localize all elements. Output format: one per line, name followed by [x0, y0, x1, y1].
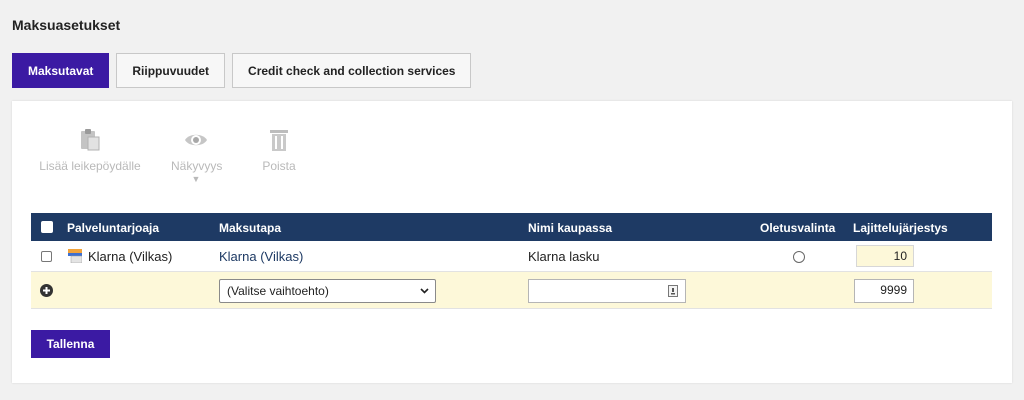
column-header-sort-order[interactable]: Lajittelujärjestys — [853, 221, 948, 235]
copy-to-clipboard-label: Lisää leikepöydälle — [39, 159, 141, 173]
chevron-down-icon: ▼ — [191, 174, 201, 184]
default-radio[interactable] — [793, 251, 805, 263]
store-name: Klarna lasku — [528, 249, 600, 264]
provider-icon — [68, 249, 82, 263]
clipboard-icon — [81, 129, 100, 151]
visibility-button[interactable]: Näkyvyys ▼ — [171, 127, 223, 184]
tab-bar: Maksutavat Riippuvuudet Credit check and… — [12, 53, 472, 88]
payment-methods-table: Palveluntarjoaja Maksutapa Nimi kaupassa… — [31, 213, 992, 309]
row-checkbox[interactable] — [41, 251, 52, 262]
column-header-method[interactable]: Maksutapa — [219, 221, 281, 235]
page-title: Maksuasetukset — [12, 17, 121, 33]
payment-method-link[interactable]: Klarna (Vilkas) — [219, 249, 303, 264]
translate-field-icon[interactable] — [668, 285, 678, 297]
tab-maksutavat[interactable]: Maksutavat — [12, 53, 110, 88]
column-header-provider[interactable]: Palveluntarjoaja — [67, 221, 159, 235]
new-row: (Valitse vaihtoehto) 9999 — [31, 272, 992, 309]
tab-credit-check[interactable]: Credit check and collection services — [232, 53, 472, 88]
store-name-input[interactable] — [528, 279, 686, 303]
payment-method-select-value: (Valitse vaihtoehto) — [227, 284, 329, 298]
table-header: Palveluntarjoaja Maksutapa Nimi kaupassa… — [31, 213, 992, 241]
new-sort-order-input[interactable]: 9999 — [854, 279, 914, 303]
trash-icon — [270, 130, 288, 151]
column-header-store-name[interactable]: Nimi kaupassa — [528, 221, 612, 235]
provider-name: Klarna (Vilkas) — [88, 249, 173, 264]
tab-riippuvuudet[interactable]: Riippuvuudet — [116, 53, 226, 88]
eye-icon — [185, 134, 207, 146]
sort-order-input[interactable]: 10 — [856, 245, 914, 267]
payment-method-select[interactable]: (Valitse vaihtoehto) — [219, 279, 436, 303]
column-header-default[interactable]: Oletusvalinta — [760, 221, 835, 235]
save-button[interactable]: Tallenna — [31, 330, 110, 358]
select-all-checkbox[interactable] — [41, 221, 53, 233]
add-icon[interactable] — [40, 284, 53, 297]
chevron-down-icon — [420, 288, 429, 294]
copy-to-clipboard-button[interactable]: Lisää leikepöydälle — [37, 127, 143, 173]
delete-button[interactable]: Poista — [258, 127, 300, 173]
table-row: Klarna (Vilkas) Klarna (Vilkas) Klarna l… — [31, 241, 992, 272]
payment-methods-panel: Lisää leikepöydälle Näkyvyys ▼ Poista Pa… — [12, 101, 1012, 383]
delete-label: Poista — [262, 159, 296, 173]
visibility-label: Näkyvyys — [171, 159, 223, 173]
